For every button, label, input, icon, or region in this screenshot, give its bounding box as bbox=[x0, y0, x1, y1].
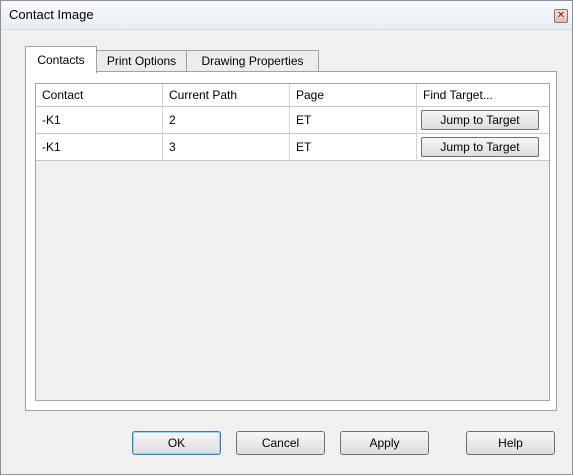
contact-image-dialog: Contact Image ✕ Contacts Print Options D… bbox=[0, 0, 573, 475]
column-header-page[interactable]: Page bbox=[290, 84, 417, 106]
contact-cell[interactable]: -K1 bbox=[36, 107, 163, 133]
tab-print-options[interactable]: Print Options bbox=[96, 50, 187, 72]
title-bar: Contact Image ✕ bbox=[1, 1, 572, 30]
jump-to-target-button[interactable]: Jump to Target bbox=[421, 137, 539, 157]
table-row[interactable]: -K1 2 ET Jump to Target bbox=[36, 107, 549, 134]
contacts-grid: Contact Current Path Page Find Target...… bbox=[35, 83, 550, 401]
find-target-cell: Jump to Target bbox=[417, 134, 549, 160]
page-cell[interactable]: ET bbox=[290, 107, 417, 133]
tab-contacts[interactable]: Contacts bbox=[25, 46, 97, 73]
find-target-cell: Jump to Target bbox=[417, 107, 549, 133]
apply-button[interactable]: Apply bbox=[340, 431, 429, 455]
ok-button[interactable]: OK bbox=[132, 431, 221, 455]
column-header-current-path[interactable]: Current Path bbox=[163, 84, 290, 106]
cancel-button[interactable]: Cancel bbox=[236, 431, 325, 455]
contact-cell[interactable]: -K1 bbox=[36, 134, 163, 160]
close-icon[interactable]: ✕ bbox=[554, 9, 568, 23]
page-cell[interactable]: ET bbox=[290, 134, 417, 160]
column-header-find-target[interactable]: Find Target... bbox=[417, 84, 549, 106]
current-path-cell[interactable]: 3 bbox=[163, 134, 290, 160]
window-title: Contact Image bbox=[9, 7, 94, 22]
jump-to-target-button[interactable]: Jump to Target bbox=[421, 110, 539, 130]
column-header-contact[interactable]: Contact bbox=[36, 84, 163, 106]
grid-header: Contact Current Path Page Find Target... bbox=[36, 84, 549, 107]
help-button[interactable]: Help bbox=[466, 431, 555, 455]
tab-drawing-properties[interactable]: Drawing Properties bbox=[186, 50, 319, 72]
table-row[interactable]: -K1 3 ET Jump to Target bbox=[36, 134, 549, 161]
contacts-tab-panel: Contact Current Path Page Find Target...… bbox=[25, 71, 557, 411]
current-path-cell[interactable]: 2 bbox=[163, 107, 290, 133]
